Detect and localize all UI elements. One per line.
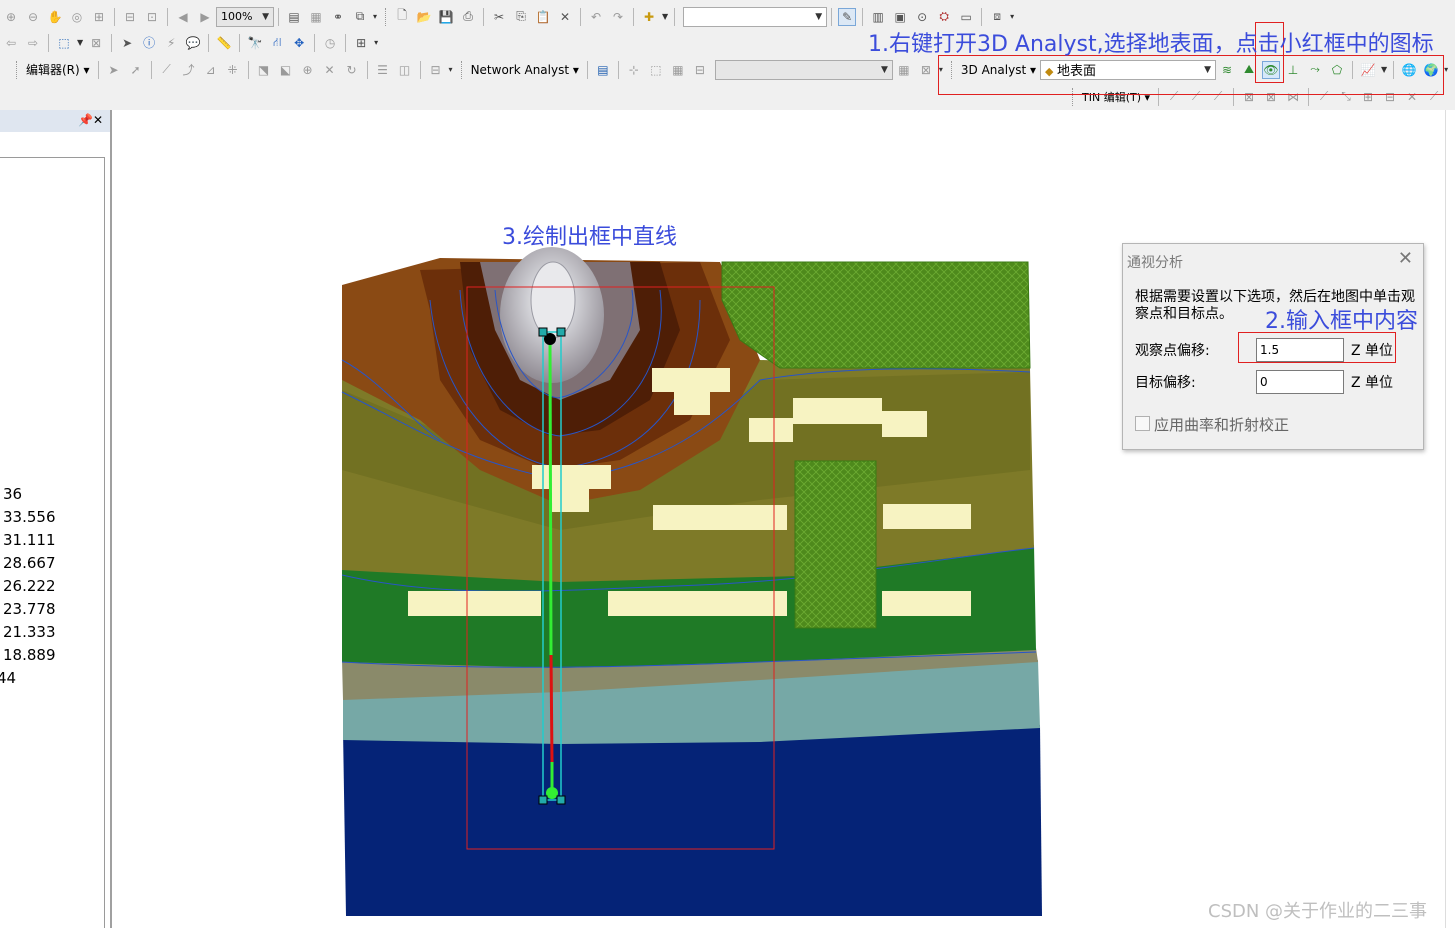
- curvature-checkbox[interactable]: [1135, 416, 1150, 431]
- curvature-label: 应用曲率和折射校正: [1154, 416, 1290, 434]
- target-offset-label: 目标偏移:: [1135, 375, 1196, 391]
- target-offset-input[interactable]: 0: [1256, 370, 1344, 394]
- hidden-segment: [549, 654, 554, 763]
- watermark: CSDN @关于作业的二三事: [1208, 901, 1428, 922]
- map-canvas[interactable]: [0, 0, 1455, 928]
- visible-segment: [548, 339, 553, 656]
- vertex-handle: [538, 327, 548, 337]
- annotation-step2: 2.输入框中内容: [1265, 309, 1418, 334]
- vertex-handle: [556, 327, 566, 337]
- target-point: [546, 787, 558, 799]
- sea-area: [343, 725, 1042, 916]
- forest-area-center: [794, 460, 877, 629]
- observer-offset-label: 观察点偏移:: [1135, 343, 1210, 359]
- highlight-observer-offset: [1238, 332, 1396, 363]
- forest-area-north: [721, 261, 1031, 369]
- annotation-step3: 3.绘制出框中直线: [502, 225, 677, 250]
- close-icon[interactable]: ✕: [1398, 248, 1413, 269]
- dialog-title: 通视分析: [1127, 255, 1183, 271]
- peak-top: [530, 261, 576, 339]
- vertex-handle: [556, 795, 566, 805]
- target-offset-unit: Z 单位: [1351, 375, 1394, 391]
- vertex-handle: [538, 795, 548, 805]
